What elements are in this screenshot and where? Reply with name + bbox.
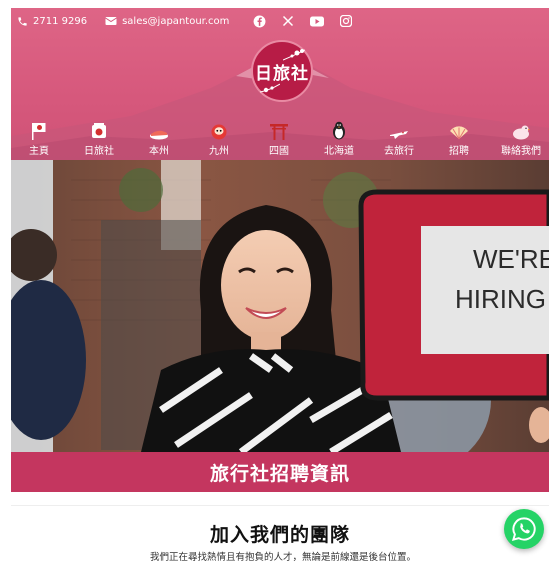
phone-number: 2711 9296 xyxy=(33,15,88,27)
site-logo[interactable]: 日旅社 xyxy=(251,40,313,102)
flag-icon xyxy=(32,123,46,140)
section-divider xyxy=(11,505,549,506)
plane-icon xyxy=(390,131,408,139)
sushi-icon xyxy=(150,130,168,140)
nav-item-honshu[interactable]: 本州 xyxy=(141,120,177,160)
instagram-icon[interactable] xyxy=(340,15,353,27)
nav-label: 日旅社 xyxy=(84,146,114,157)
cherry-blossom-icon xyxy=(283,49,305,61)
site-header: 2711 9296 sales@japantour.com 日旅社 主頁 日旅社… xyxy=(11,8,549,160)
whatsapp-icon xyxy=(511,517,536,541)
phone-contact[interactable]: 2711 9296 xyxy=(17,16,87,27)
email-address: sales@japantour.com xyxy=(122,15,230,27)
nav-item-shikoku[interactable]: 四國 xyxy=(261,120,297,160)
cherry-blossom-icon xyxy=(260,83,280,93)
social-links xyxy=(253,15,353,28)
main-nav: 主頁 日旅社 本州 九州 四國 北海道 去旅行 招聘 聯絡我們 xyxy=(11,120,549,160)
contact-bar: 2711 9296 sales@japantour.com xyxy=(17,12,353,30)
nav-item-kyushu[interactable]: 九州 xyxy=(201,120,237,160)
nav-label: 去旅行 xyxy=(384,146,414,157)
recruitment-banner: 旅行社招聘資訊 xyxy=(11,452,549,492)
facebook-icon[interactable] xyxy=(253,15,266,28)
nav-label: 聯絡我們 xyxy=(501,146,541,157)
hero-image: WE'RE HIRING xyxy=(11,160,549,452)
nav-label: 九州 xyxy=(209,146,229,157)
phone-icon xyxy=(18,16,27,26)
penguin-icon xyxy=(333,121,345,140)
sign-text-were: WE'RE xyxy=(473,244,549,274)
torii-icon xyxy=(270,124,288,140)
fan-icon xyxy=(450,126,468,140)
nav-item-hokkaido[interactable]: 北海道 xyxy=(321,120,357,160)
logo-text: 日旅社 xyxy=(255,63,309,84)
nav-label: 北海道 xyxy=(324,146,354,157)
banner-title: 旅行社招聘資訊 xyxy=(209,462,350,485)
x-icon[interactable] xyxy=(282,15,294,27)
nav-item-travel[interactable]: 去旅行 xyxy=(381,120,417,160)
whatsapp-chat-button[interactable] xyxy=(504,509,544,549)
japan-flag-icon xyxy=(92,123,106,138)
nav-label: 主頁 xyxy=(29,146,49,157)
envelope-icon xyxy=(105,17,117,25)
nav-label: 本州 xyxy=(149,146,169,157)
join-team-heading: 加入我們的團隊 xyxy=(209,524,350,546)
nav-item-careers[interactable]: 招聘 xyxy=(441,120,477,160)
email-contact[interactable]: sales@japantour.com xyxy=(105,16,229,27)
nav-label: 四國 xyxy=(269,146,289,157)
nav-label: 招聘 xyxy=(449,146,469,157)
youtube-icon[interactable] xyxy=(310,16,325,27)
bird-icon xyxy=(513,125,530,140)
sign-text-hiring: HIRING xyxy=(455,284,546,314)
nav-item-agency[interactable]: 日旅社 xyxy=(81,120,117,160)
nav-item-contact[interactable]: 聯絡我們 xyxy=(501,120,541,160)
hiring-photo: WE'RE HIRING xyxy=(11,160,549,452)
nav-item-home[interactable]: 主頁 xyxy=(21,120,57,160)
join-team-subtitle: 我們正在尋找熱情且有抱負的人才，無論是前線還是後台位置。 xyxy=(149,552,416,563)
daruma-icon xyxy=(211,124,227,140)
